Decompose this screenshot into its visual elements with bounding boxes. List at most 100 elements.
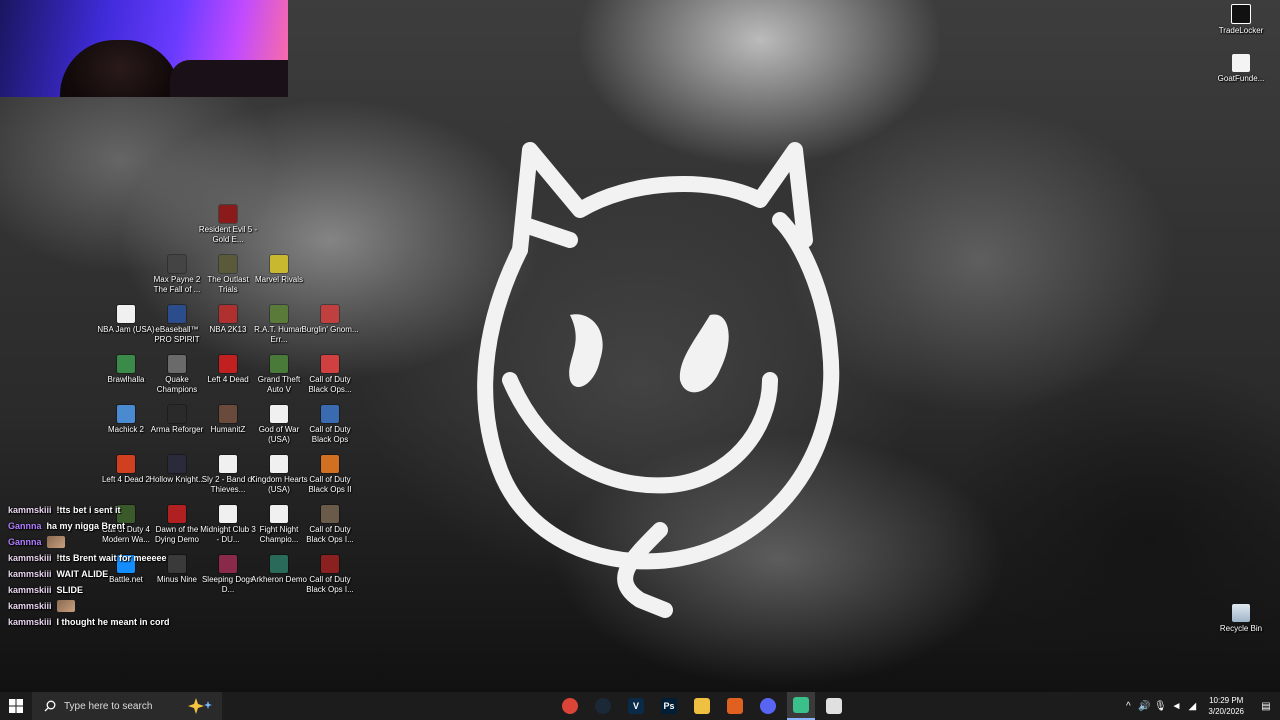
file-icon xyxy=(270,405,288,423)
desktop-icon[interactable]: Call of Duty Black Ops... xyxy=(300,355,360,395)
photoshop-icon: Ps xyxy=(661,698,677,714)
start-button[interactable] xyxy=(0,692,32,720)
sparkle-icon[interactable] xyxy=(188,698,214,714)
desktop-icon-label: Call of Duty Black Ops... xyxy=(308,375,352,394)
taskbar-app-chrome[interactable] xyxy=(556,692,584,720)
desktop-icon[interactable]: Resident Evil 5 - Gold E... xyxy=(198,205,258,245)
outlast-trials-icon xyxy=(219,255,237,273)
tradelocker-icon xyxy=(1231,4,1251,24)
desktop-icon[interactable]: Recycle Bin xyxy=(1211,604,1271,633)
chat-message: Gannna xyxy=(8,534,228,550)
desktop-icon[interactable]: Call of Duty Black Ops xyxy=(300,405,360,445)
chat-username: kammskiii xyxy=(8,569,52,579)
chat-username: kammskiii xyxy=(8,585,52,595)
burglin-gnomes-icon xyxy=(321,305,339,323)
desktop-icon-label: Resident Evil 5 - Gold E... xyxy=(198,225,258,244)
rat-icon xyxy=(270,305,288,323)
clock-date: 3/20/2026 xyxy=(1208,707,1244,716)
desktop-icon-label: Call of Duty Black Ops I... xyxy=(306,575,354,594)
taskbar-search-box[interactable]: Type here to search xyxy=(32,692,222,720)
streamer-webcam-feed xyxy=(60,40,180,97)
desktop-icon[interactable]: TradeLocker xyxy=(1211,4,1271,35)
chat-text: SLIDE xyxy=(56,585,84,595)
file-icon xyxy=(270,455,288,473)
desktop-icon[interactable]: Burglin' Gnom... xyxy=(300,305,360,335)
network-icon[interactable]: ◢ xyxy=(1184,692,1200,720)
desktop-icon[interactable]: Call of Duty Black Ops II xyxy=(300,455,360,495)
webcam-overlay xyxy=(0,0,288,97)
chat-username: kammskiii xyxy=(8,505,52,515)
speaker-icon[interactable]: ◄ xyxy=(1168,692,1184,720)
max-payne-2-icon xyxy=(168,255,186,273)
system-tray: ^ 🔊 🎙 ◄ ◢ 10:29 PM 3/20/2026 ▤ xyxy=(1120,692,1280,720)
ebaseball-icon xyxy=(168,305,186,323)
file-icon xyxy=(270,505,288,523)
desktop-icon[interactable]: Call of Duty Black Ops I... xyxy=(300,505,360,545)
taskbar-app-photoshop[interactable]: Ps xyxy=(655,692,683,720)
chat-text: WAIT ALIDE xyxy=(56,569,109,579)
volume-icon[interactable]: 🔊 xyxy=(1136,692,1152,720)
taskbar-app-window-app[interactable] xyxy=(820,692,848,720)
chat-username: Gannna xyxy=(8,521,42,531)
chat-username: kammskiii xyxy=(8,617,52,627)
steam-icon xyxy=(595,698,611,714)
notification-icon[interactable]: ▤ xyxy=(1252,692,1280,720)
discord-icon xyxy=(760,698,776,714)
arkheron-icon xyxy=(270,555,288,573)
arma-reforger-icon xyxy=(168,405,186,423)
machick-2-icon xyxy=(117,405,135,423)
gaming-chair xyxy=(170,60,288,97)
chat-message: kammskiii !tts Brent wait for meeeee xyxy=(8,550,228,566)
chat-username: Gannna xyxy=(8,537,42,547)
microphone-icon[interactable]: 🎙 xyxy=(1152,692,1168,720)
chat-username: kammskiii xyxy=(8,601,52,611)
desktop-icon[interactable]: Call of Duty Black Ops I... xyxy=(300,555,360,595)
chat-text: !tts bet i sent it xyxy=(56,505,121,515)
desktop-icon-label: Recycle Bin xyxy=(1219,624,1263,633)
windows-logo-icon xyxy=(9,699,23,713)
search-placeholder: Type here to search xyxy=(64,700,153,712)
chevron-up-icon[interactable]: ^ xyxy=(1120,692,1136,720)
quake-champions-icon xyxy=(168,355,186,373)
cod-black-ops-icon xyxy=(321,405,339,423)
cod-black-ops-2-icon xyxy=(321,455,339,473)
taskbar-app-app-orange[interactable] xyxy=(721,692,749,720)
cod-black-ops-icon xyxy=(321,505,339,523)
chat-message: kammskiii SLIDE xyxy=(8,582,228,598)
chat-message: kammskiii !tts bet i sent it xyxy=(8,502,228,518)
chat-username: kammskiii xyxy=(8,553,52,563)
desktop-icon-label: Call of Duty Black Ops xyxy=(309,425,351,444)
desktop-icon-label: GoatFunde... xyxy=(1217,74,1265,83)
left-4-dead-icon xyxy=(219,355,237,373)
brawlhalla-icon xyxy=(117,355,135,373)
chat-text: !tts Brent wait for meeeee xyxy=(56,553,167,563)
clock-time: 10:29 PM xyxy=(1209,696,1244,705)
taskbar-app-active-app[interactable] xyxy=(787,692,815,720)
gta-v-icon xyxy=(270,355,288,373)
search-icon xyxy=(44,700,56,712)
chat-text: I thought he meant in cord xyxy=(56,617,170,627)
chat-text: ha my nigga Brent xyxy=(46,521,126,531)
taskbar-app-v[interactable]: V xyxy=(622,692,650,720)
orange-shield-icon xyxy=(727,698,743,714)
desktop-icon-label: Burglin' Gnom... xyxy=(301,325,359,334)
desktop-icon[interactable]: Marvel Rivals xyxy=(249,255,309,285)
chat-message: kammskiii WAIT ALIDE xyxy=(8,566,228,582)
taskbar-app-steam[interactable] xyxy=(589,692,617,720)
system-clock[interactable]: 10:29 PM 3/20/2026 xyxy=(1208,695,1244,717)
stream-chat-overlay: kammskiii !tts bet i sent it Gannna ha my n… xyxy=(8,502,228,630)
taskbar-app-file-explorer[interactable] xyxy=(688,692,716,720)
taskbar-app-discord[interactable] xyxy=(754,692,782,720)
nba-2k13-icon xyxy=(219,305,237,323)
window-icon xyxy=(826,698,842,714)
chrome-icon xyxy=(562,698,578,714)
cod-black-ops-icon xyxy=(321,555,339,573)
desktop-icon[interactable]: GoatFunde... xyxy=(1211,54,1271,83)
desktop-icon-label: TradeLocker xyxy=(1218,26,1264,35)
emote-icon xyxy=(46,536,65,548)
humanitz-icon xyxy=(219,405,237,423)
cod-black-ops-icon xyxy=(321,355,339,373)
v-app-icon: V xyxy=(628,698,644,714)
file-icon xyxy=(219,455,237,473)
chat-message: Gannna ha my nigga Brent xyxy=(8,518,228,534)
